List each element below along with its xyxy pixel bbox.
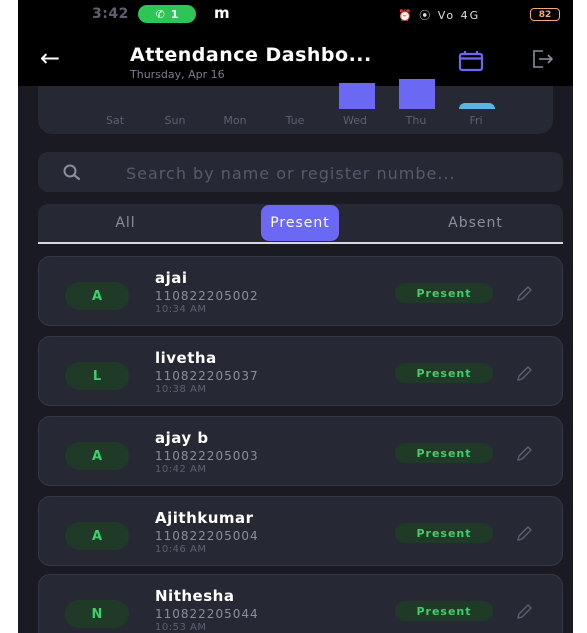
chart-bar-wed: [338, 83, 375, 109]
edit-pencil-icon[interactable]: [515, 445, 533, 463]
student-name: ajay b: [155, 429, 209, 447]
avatar: L: [65, 362, 129, 390]
status-badge: Present: [395, 443, 493, 463]
student-name: ajai: [155, 269, 188, 287]
status-badge: Present: [395, 363, 493, 383]
check-in-time: 10:38 AM: [155, 384, 207, 395]
filter-tabs: All Present Absent: [38, 204, 563, 244]
call-indicator-pill[interactable]: ✆ 1: [138, 5, 196, 23]
page-subtitle: Thursday, Apr 16: [130, 68, 225, 81]
avatar: N: [65, 600, 129, 628]
student-card[interactable]: A ajay b 110822205003 10:42 AM Present: [38, 416, 563, 486]
search-icon: [63, 164, 81, 181]
student-card[interactable]: A ajai 110822205002 10:34 AM Present: [38, 256, 563, 326]
edit-pencil-icon[interactable]: [515, 365, 533, 383]
check-in-time: 10:42 AM: [155, 464, 207, 475]
phone-screen: 3:42 ✆ 1 m ⏰ ⦿ Vo 4G 82 ← Attendance Das…: [18, 0, 573, 633]
chart-day-label: Fri: [469, 114, 483, 127]
status-bar: 3:42 ✆ 1 m ⏰ ⦿ Vo 4G 82: [18, 0, 573, 30]
logout-icon[interactable]: [529, 46, 555, 72]
student-name: Nithesha: [155, 587, 235, 605]
chart-day-label: Mon: [223, 114, 247, 127]
check-in-time: 10:34 AM: [155, 304, 207, 315]
chart-day-label: Tue: [285, 114, 305, 127]
chart-day-label: Sun: [164, 114, 186, 127]
register-number: 110822205002: [155, 289, 259, 303]
edit-pencil-icon[interactable]: [515, 603, 533, 621]
carrier-icon: m: [214, 4, 230, 22]
status-time: 3:42: [92, 6, 129, 22]
register-number: 110822205044: [155, 607, 259, 621]
check-in-time: 10:46 AM: [155, 544, 207, 555]
chart-day-label: Wed: [343, 114, 367, 127]
avatar: A: [65, 442, 129, 470]
tab-all[interactable]: All: [38, 204, 213, 242]
status-badge: Present: [395, 283, 493, 303]
chart-day-label: Sat: [105, 114, 125, 127]
student-card[interactable]: L livetha 110822205037 10:38 AM Present: [38, 336, 563, 406]
student-name: Ajithkumar: [155, 509, 254, 527]
register-number: 110822205037: [155, 369, 259, 383]
search-input[interactable]: [124, 158, 558, 188]
check-in-time: 10:53 AM: [155, 622, 207, 633]
phone-icon: ✆: [155, 7, 165, 21]
tab-absent[interactable]: Absent: [388, 204, 563, 242]
avatar: A: [65, 282, 129, 310]
system-status-icons: ⏰ ⦿ Vo 4G: [398, 9, 481, 22]
chart-day-label: Thu: [405, 114, 427, 127]
search-bar: [38, 152, 563, 192]
calendar-icon[interactable]: [458, 50, 484, 72]
register-number: 110822205004: [155, 529, 259, 543]
register-number: 110822205003: [155, 449, 259, 463]
avatar: A: [65, 522, 129, 550]
page-title: Attendance Dashbo...: [130, 44, 372, 66]
weekly-attendance-chart: Sat Sun Mon Tue Wed Thu Fri: [38, 79, 553, 134]
student-card[interactable]: N Nithesha 110822205044 10:53 AM Present: [38, 574, 563, 633]
edit-pencil-icon[interactable]: [515, 285, 533, 303]
student-name: livetha: [155, 349, 217, 367]
status-badge: Present: [395, 523, 493, 543]
status-badge: Present: [395, 601, 493, 621]
edit-pencil-icon[interactable]: [515, 525, 533, 543]
student-card[interactable]: A Ajithkumar 110822205004 10:46 AM Prese…: [38, 496, 563, 566]
back-arrow-icon[interactable]: ←: [40, 44, 60, 72]
tab-present[interactable]: Present: [261, 205, 339, 241]
call-indicator-count: 1: [170, 7, 179, 21]
chart-bar-thu: [399, 79, 435, 109]
chart-bar-fri: [459, 103, 496, 109]
app-bar: ← Attendance Dashbo... Thursday, Apr 16: [18, 30, 573, 86]
battery-icon: 82: [530, 8, 560, 21]
